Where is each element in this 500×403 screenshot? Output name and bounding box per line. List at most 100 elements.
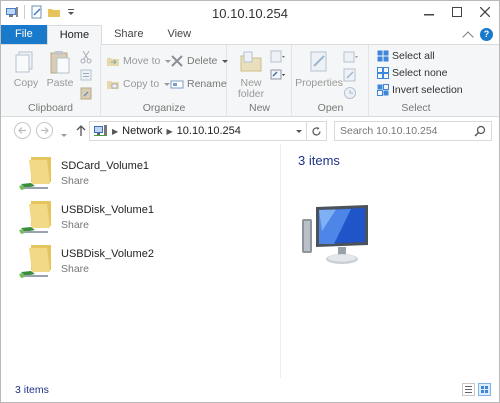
copy-to-button[interactable]: Copy to [106, 76, 171, 92]
easy-access-icon [270, 69, 285, 80]
paste-label: Paste [46, 77, 74, 89]
paste-shortcut-icon [80, 87, 92, 100]
easy-access-button[interactable] [270, 67, 286, 83]
back-arrow-icon [18, 127, 26, 134]
tiles-view-button[interactable] [478, 383, 491, 396]
tab-home[interactable]: Home [46, 25, 103, 46]
select-none-icon [377, 67, 389, 79]
details-view-icon [465, 386, 472, 393]
up-button[interactable] [74, 122, 88, 139]
select-all-label: Select all [392, 50, 435, 62]
history-icon [344, 87, 356, 99]
copy-icon [15, 51, 33, 73]
network-computer-icon [296, 201, 376, 274]
list-item[interactable]: USBDisk_Volume1 Share [17, 194, 247, 234]
breadcrumb-network[interactable]: Network [118, 125, 166, 137]
ribbon-tabs: File Home Share View ? [1, 25, 499, 46]
maximize-button[interactable] [443, 1, 471, 23]
edit-icon [343, 68, 356, 82]
copy-to-icon [107, 81, 119, 89]
list-item[interactable]: USBDisk_Volume2 Share [17, 238, 247, 278]
paste-shortcut-button[interactable] [79, 85, 93, 101]
list-item[interactable]: SDCard_Volume1 Share [17, 150, 247, 190]
network-icon [90, 124, 112, 138]
details-view-button[interactable] [462, 383, 475, 396]
back-button[interactable] [14, 122, 31, 139]
invert-selection-button[interactable]: Invert selection [377, 82, 463, 98]
address-bar-controls [290, 122, 326, 140]
new-folder-label-line2: folder [237, 88, 265, 100]
history-button[interactable] [343, 85, 357, 101]
item-name: USBDisk_Volume1 [61, 204, 154, 216]
search-box[interactable] [334, 121, 492, 141]
properties-icon [310, 51, 327, 72]
move-to-icon [107, 58, 119, 66]
search-icon[interactable] [474, 125, 486, 140]
item-type: Share [61, 219, 90, 231]
open-icon [343, 51, 358, 63]
preview-item-count: 3 items [298, 153, 340, 168]
paste-button[interactable]: Paste [41, 49, 79, 89]
network-share-folder-icon [17, 242, 57, 285]
close-button[interactable] [471, 1, 499, 23]
chevron-down-icon [296, 129, 302, 133]
recent-locations-dropdown[interactable] [59, 128, 67, 140]
new-group: New folder New [228, 45, 292, 117]
organize-group: Move to Copy to Delete Rename Organize [102, 45, 229, 117]
select-none-button[interactable]: Select none [377, 65, 447, 81]
rename-button[interactable]: Rename [170, 76, 227, 92]
up-arrow-icon [76, 124, 86, 136]
tab-share[interactable]: Share [102, 25, 155, 44]
minimize-button[interactable] [415, 1, 443, 23]
new-item-button[interactable] [270, 49, 286, 65]
invert-selection-label: Invert selection [392, 84, 463, 96]
properties-button[interactable]: Properties [295, 49, 343, 89]
ribbon: Copy Paste Clipboard Move to Copy to Del… [1, 45, 499, 117]
cut-button[interactable] [79, 49, 93, 65]
select-group: Select all Select none Invert selection … [370, 45, 463, 117]
refresh-button[interactable] [306, 122, 326, 140]
search-input[interactable] [340, 125, 470, 137]
breadcrumb-host[interactable]: 10.10.10.254 [173, 125, 245, 137]
window-controls [415, 1, 499, 23]
move-to-button[interactable]: Move to [106, 53, 172, 69]
explorer-window: 10.10.10.254 File Home Share View ? Copy… [0, 0, 500, 403]
new-folder-icon [240, 51, 262, 72]
title-bar: 10.10.10.254 [1, 1, 499, 25]
select-all-icon [377, 50, 389, 62]
address-bar[interactable]: ▶ Network ▶ 10.10.10.254 [89, 121, 327, 141]
select-all-button[interactable]: Select all [377, 48, 435, 64]
paste-icon [50, 51, 70, 74]
new-folder-button[interactable]: New folder [232, 49, 270, 100]
forward-arrow-icon [41, 127, 49, 134]
open-group-label: Open [317, 102, 344, 114]
copy-label: Copy [13, 77, 39, 89]
navigation-bar: ▶ Network ▶ 10.10.10.254 [1, 118, 499, 144]
clipboard-group-label: Clipboard [28, 102, 73, 114]
status-item-count: 3 items [15, 384, 49, 396]
network-share-folder-icon [17, 154, 57, 197]
view-switcher [462, 383, 491, 396]
help-icon[interactable]: ? [480, 28, 493, 41]
address-history-dropdown[interactable] [290, 122, 306, 140]
item-name: SDCard_Volume1 [61, 160, 150, 172]
refresh-icon [312, 126, 321, 135]
item-type: Share [61, 175, 90, 187]
organize-group-label: Organize [142, 102, 186, 114]
forward-button[interactable] [36, 122, 53, 139]
tab-view[interactable]: View [155, 25, 203, 44]
clipboard-group: Copy Paste Clipboard [1, 45, 101, 117]
status-bar: 3 items [1, 378, 499, 402]
minimize-ribbon-icon[interactable] [462, 30, 474, 43]
network-share-folder-icon [17, 198, 57, 241]
rename-icon [170, 80, 184, 89]
copy-button[interactable]: Copy [7, 49, 45, 89]
tab-file[interactable]: File [1, 25, 47, 44]
select-group-label: Select [401, 102, 431, 114]
delete-button[interactable]: Delete [170, 53, 229, 69]
copy-path-button[interactable] [79, 67, 93, 83]
move-to-label: Move to [123, 55, 161, 67]
open-button[interactable] [343, 49, 359, 65]
item-type: Share [61, 263, 90, 275]
edit-button[interactable] [343, 67, 357, 83]
